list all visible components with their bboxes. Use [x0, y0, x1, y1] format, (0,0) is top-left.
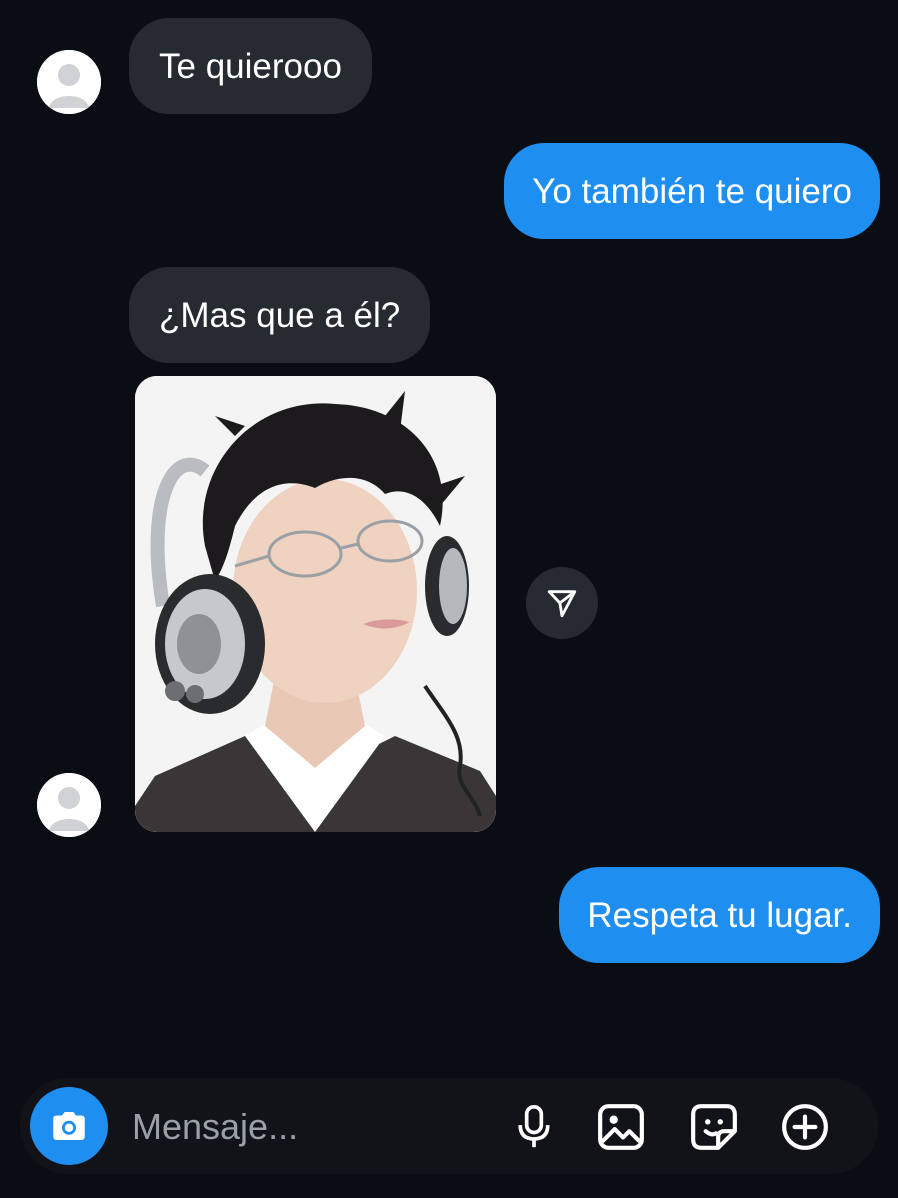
message-text: Respeta tu lugar.: [587, 895, 852, 935]
sticker-icon: [691, 1104, 737, 1150]
gallery-icon: [598, 1104, 644, 1150]
default-avatar-icon: [37, 50, 101, 114]
plus-icon: [782, 1104, 828, 1150]
photo-illustration: [135, 376, 496, 832]
sticker-button[interactable]: [689, 1102, 739, 1152]
message-text: Yo también te quiero: [532, 171, 852, 211]
message-composer: [20, 1078, 878, 1174]
shared-photo[interactable]: [135, 376, 496, 832]
gallery-button[interactable]: [596, 1102, 646, 1152]
voice-message-button[interactable]: [509, 1102, 559, 1152]
microphone-icon: [518, 1105, 550, 1148]
message-text: Te quierooo: [159, 46, 342, 86]
camera-icon: [53, 1112, 85, 1140]
send-icon: [547, 590, 577, 618]
default-avatar-icon: [37, 773, 101, 837]
message-bubble-outgoing[interactable]: Yo también te quiero: [504, 143, 880, 239]
message-bubble-outgoing[interactable]: Respeta tu lugar.: [559, 867, 880, 963]
message-bubble-incoming[interactable]: Te quierooo: [129, 18, 372, 114]
more-options-button[interactable]: [780, 1102, 830, 1152]
message-bubble-incoming[interactable]: ¿Mas que a él?: [129, 267, 431, 363]
share-photo-button[interactable]: [526, 567, 598, 639]
contact-avatar[interactable]: [37, 773, 101, 837]
camera-button[interactable]: [30, 1087, 108, 1165]
contact-avatar[interactable]: [37, 50, 101, 114]
message-input[interactable]: [130, 1104, 494, 1150]
message-text: ¿Mas que a él?: [159, 295, 401, 335]
